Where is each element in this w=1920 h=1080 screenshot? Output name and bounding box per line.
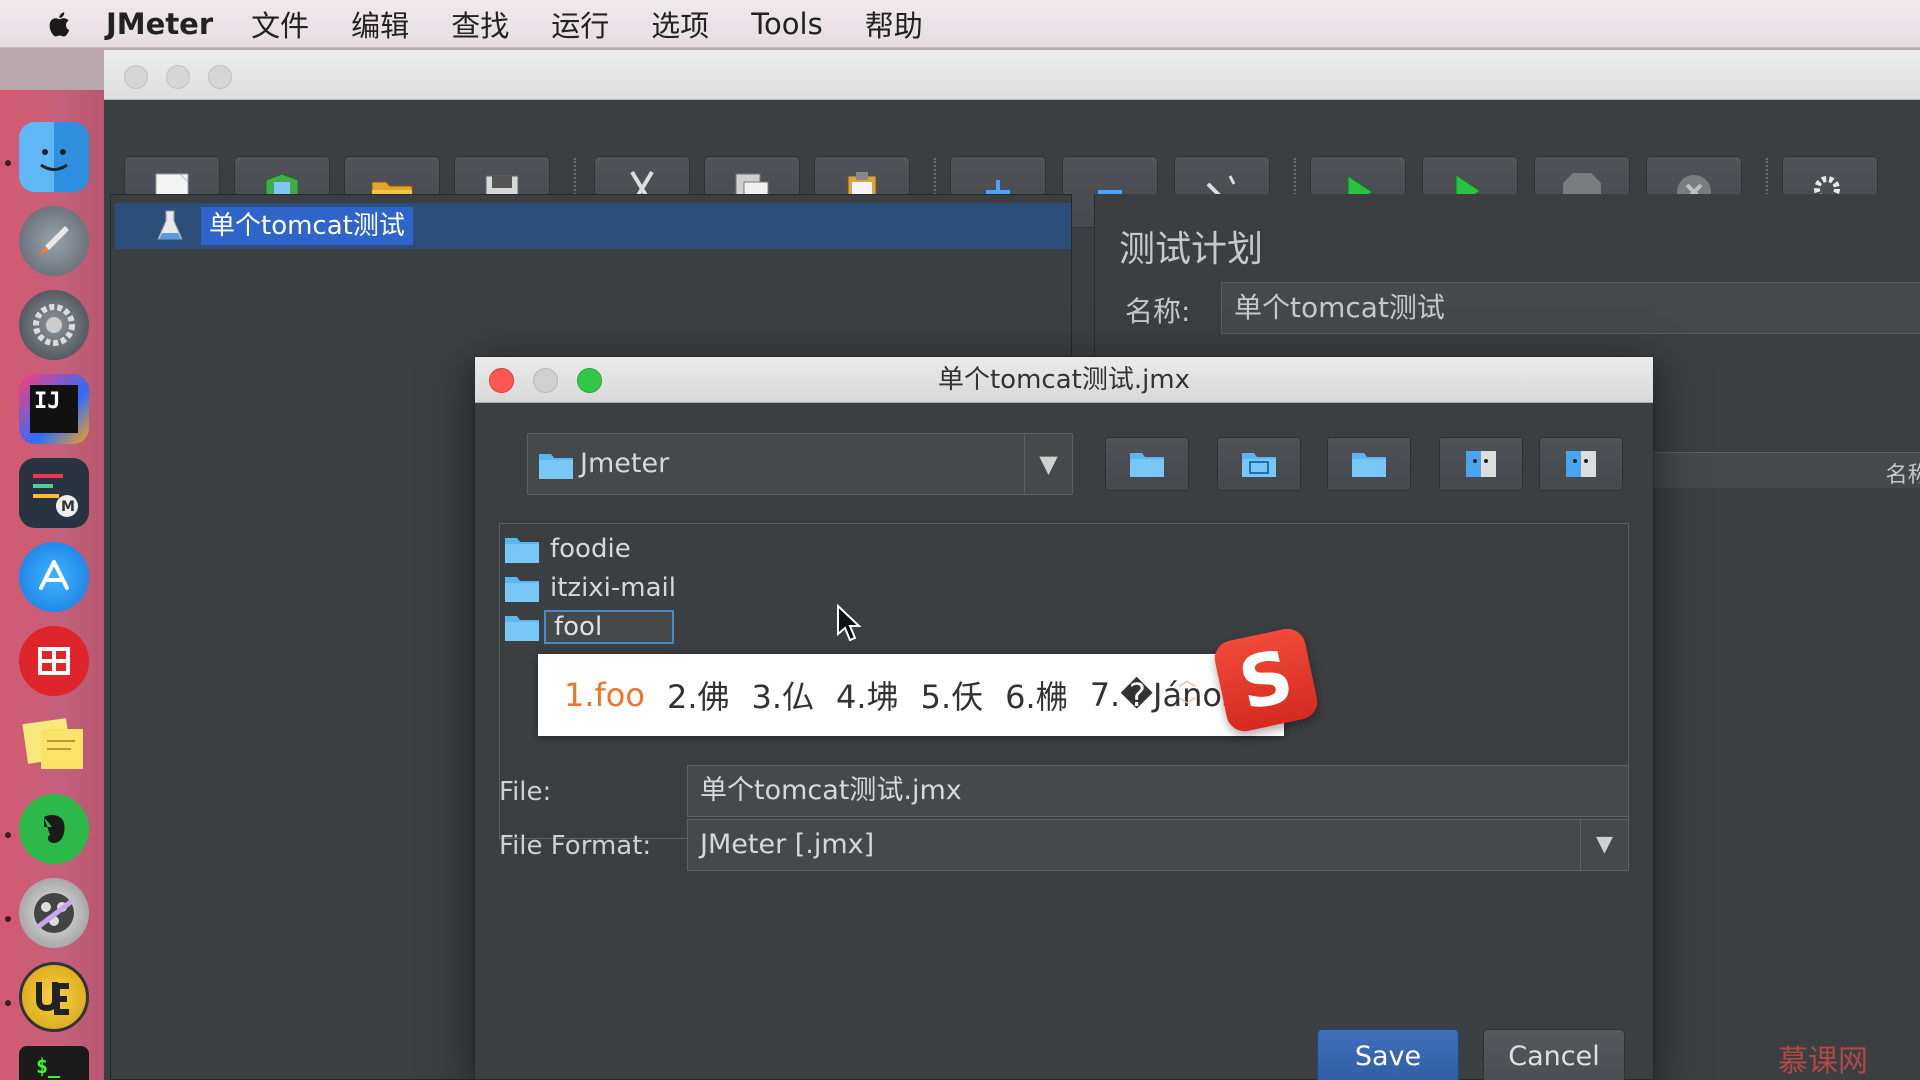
watermark: 慕课网 [1778,1044,1868,1079]
list-item[interactable]: itzixi-mail [504,571,676,605]
window-titlebar [104,50,1920,100]
minimize-window-button[interactable] [166,65,190,89]
list-item-editing[interactable]: fool [504,610,674,644]
file-format-label: File Format: [499,831,652,861]
dialog-close-button[interactable] [489,368,514,393]
folder-icon [505,577,539,602]
app-store-icon[interactable] [19,542,89,612]
intellij-glyph: IJ [30,385,78,433]
ime-candidate[interactable]: 3.仏 [752,672,815,718]
finder-details-icon [1566,451,1596,477]
save-dialog: 单个tomcat测试.jmx Jmeter ▼ foodie itzixi-ma… [474,356,1654,1080]
ime-candidate[interactable]: 6.梻 [1005,672,1068,718]
terminal-icon[interactable]: $_ [19,1046,89,1080]
system-preferences-icon[interactable] [19,290,89,360]
save-button[interactable]: Save [1317,1029,1459,1080]
finder-list-icon [1466,451,1496,477]
dialog-title: 单个tomcat测试.jmx [937,365,1191,395]
stickies-icon[interactable] [19,710,89,780]
folder-up-icon [1130,453,1164,477]
tree-node-label[interactable]: 单个tomcat测试 [201,207,413,245]
new-folder-button[interactable] [1327,437,1411,491]
menu-search[interactable]: 查找 [451,3,509,45]
dialog-minimize-button[interactable] [533,368,558,393]
netease-mail-icon[interactable] [19,626,89,696]
name-label: 名称: [1125,295,1191,328]
ultraedit-icon[interactable] [19,962,89,1032]
folder-rename-input[interactable]: fool [544,610,674,644]
launchpad-icon[interactable] [19,206,89,276]
file-name-input[interactable]: 单个tomcat测试.jmx [687,765,1629,817]
name-field[interactable]: 单个tomcat测试 [1221,282,1920,334]
chevron-down-icon[interactable]: ▼ [1024,434,1072,494]
mouse-pointer-icon [837,604,862,642]
sogou-ime-logo-icon: S [1211,625,1321,735]
folder-icon [505,538,539,563]
ime-candidate[interactable]: 2.佛 [667,672,730,718]
menu-run[interactable]: 运行 [551,3,609,45]
look-in-combo[interactable]: Jmeter ▼ [527,433,1073,495]
menu-options[interactable]: 选项 [651,3,709,45]
column-header-name: 名称: [1885,463,1920,488]
new-folder-icon [1352,453,1386,477]
cancel-button[interactable]: Cancel [1483,1029,1625,1080]
test-plan-flask-icon [157,210,183,240]
menu-help[interactable]: 帮助 [865,3,923,45]
folder-home-icon [1242,453,1276,477]
up-one-level-button[interactable] [1105,437,1189,491]
look-in-value: Jmeter [580,448,670,479]
folder-icon [539,454,573,479]
file-format-select[interactable]: JMeter [.jmx] ▼ [687,819,1629,871]
ime-candidate[interactable]: 4.坲 [836,672,899,718]
svg-text:M: M [61,499,75,515]
file-name-label: File: [499,777,552,807]
list-view-button[interactable] [1439,437,1523,491]
finder-icon[interactable] [19,122,89,192]
video-app-icon[interactable] [19,878,89,948]
ime-candidate[interactable]: 5.仸 [921,672,984,718]
ime-candidate[interactable]: 1.foo [564,676,645,714]
dialog-zoom-button[interactable] [577,368,602,393]
menu-file[interactable]: 文件 [251,3,309,45]
zoom-window-button[interactable] [208,65,232,89]
tree-row-test-plan[interactable]: 单个tomcat测试 [115,203,1071,249]
folder-name: itzixi-mail [550,573,676,603]
apple-icon[interactable] [44,8,76,40]
menu-tools[interactable]: Tools [751,7,822,41]
details-view-button[interactable] [1539,437,1623,491]
intellij-idea-icon[interactable]: IJ [19,374,89,444]
panel-title: 测试计划 [1119,229,1264,270]
svg-text:$_: $_ [36,1054,61,1078]
dock-running-dot [5,1000,11,1006]
list-item[interactable]: foodie [504,532,631,566]
close-window-button[interactable] [124,65,148,89]
folder-name: foodie [550,534,631,564]
dock-running-dot [5,160,11,166]
menu-app-jmeter[interactable]: JMeter [106,7,213,41]
dialog-titlebar: 单个tomcat测试.jmx [475,357,1653,403]
chevron-down-icon[interactable]: ▼ [1580,820,1628,870]
ime-candidate-bar: 1.foo 2.佛 3.仏 4.坲 5.仸 6.梻 7.�János ︿ ﹀ [538,654,1284,736]
menu-edit[interactable]: 编辑 [351,3,409,45]
file-format-value: JMeter [.jmx] [700,829,875,860]
dock-running-dot [5,916,11,922]
ime-candidate[interactable]: 7.�János [1090,676,1239,714]
dock: IJ M $_ [0,90,104,1080]
ime-page-arrows[interactable]: ︿ ﹀ [1178,668,1196,720]
mac-menu-bar: JMeter 文件 编辑 查找 运行 选项 Tools 帮助 [0,0,1920,48]
folder-icon [505,616,539,641]
home-button[interactable] [1217,437,1301,491]
mindmaster-icon[interactable]: M [19,458,89,528]
dock-running-dot [5,832,11,838]
evernote-icon[interactable] [19,794,89,864]
